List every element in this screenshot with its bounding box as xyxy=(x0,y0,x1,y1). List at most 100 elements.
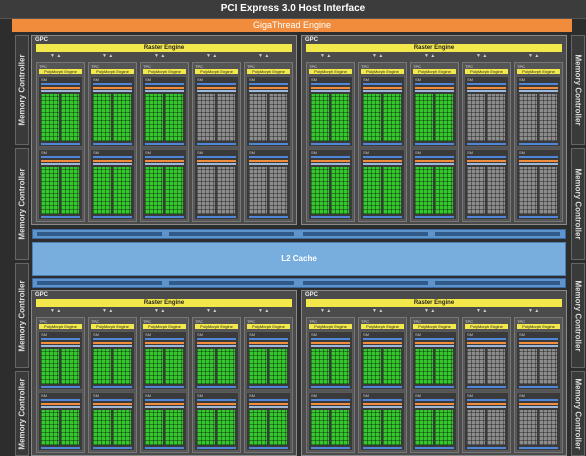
load-store-bar xyxy=(93,447,132,449)
memory-controller-left-3: Memory Controller xyxy=(15,263,29,368)
scheduler-bar xyxy=(519,406,558,408)
scheduler-bar xyxy=(197,406,236,408)
load-store-bar xyxy=(311,386,350,388)
sm-block: SM xyxy=(516,331,561,390)
polymorph-engine: PolyMorph Engine xyxy=(143,69,186,74)
scheduler-bar xyxy=(467,163,506,165)
sm-block: SM xyxy=(90,76,135,147)
polymorph-engine: PolyMorph Engine xyxy=(465,324,508,329)
tpc-block: TPC PolyMorph Engine SM SM xyxy=(88,62,137,222)
scheduler-bar xyxy=(41,83,80,85)
cuda-core-array xyxy=(249,167,267,214)
sm-block: SM xyxy=(412,76,457,147)
load-store-bar xyxy=(415,386,454,388)
tpc-arrow-icon: ▼ ▲ xyxy=(528,53,540,59)
cuda-core-array xyxy=(165,349,183,384)
cuda-core-array xyxy=(311,167,329,214)
scheduler-bar xyxy=(467,83,506,85)
register-file-bar xyxy=(249,342,288,344)
register-file-bar xyxy=(363,160,402,162)
register-file-bar xyxy=(415,342,454,344)
sm-block: SM xyxy=(246,149,291,220)
tpc-block: TPC PolyMorph Engine SM SM xyxy=(514,317,563,453)
tpc-block: TPC PolyMorph Engine SM SM xyxy=(36,62,85,222)
register-file-bar xyxy=(249,403,288,405)
cuda-core-array xyxy=(519,94,537,141)
scheduler-bar xyxy=(197,345,236,347)
tpc-arrow-icon: ▼ ▲ xyxy=(102,53,114,59)
scheduler-bar xyxy=(415,345,454,347)
sm-block: SM xyxy=(412,149,457,220)
register-file-bar xyxy=(363,403,402,405)
cuda-core-array xyxy=(41,410,59,445)
scheduler-bar xyxy=(249,90,288,92)
scheduler-bar xyxy=(519,83,558,85)
crossbar-segment xyxy=(303,281,428,285)
register-file-bar xyxy=(467,342,506,344)
sm-block: SM xyxy=(38,331,83,390)
register-file-bar xyxy=(519,342,558,344)
crossbar-segment xyxy=(303,232,428,236)
scheduler-bar xyxy=(197,338,236,340)
scheduler-bar xyxy=(415,163,454,165)
scheduler-bar xyxy=(197,163,236,165)
scheduler-bar xyxy=(311,90,350,92)
scheduler-bar xyxy=(249,83,288,85)
sm-label: SM xyxy=(363,77,369,82)
cuda-core-array xyxy=(487,410,505,445)
pcie-host-interface: PCI Express 3.0 Host Interface xyxy=(0,0,586,19)
cuda-core-array xyxy=(467,167,485,214)
sm-label: SM xyxy=(415,150,421,155)
cuda-core-array xyxy=(197,94,215,141)
crossbar-bottom xyxy=(32,278,566,288)
load-store-bar xyxy=(145,386,184,388)
gpc-label: GPC xyxy=(305,292,319,298)
sm-block: SM xyxy=(142,76,187,147)
tpc-arrow-icon: ▼ ▲ xyxy=(258,308,270,314)
tpc-block: TPC PolyMorph Engine SM SM xyxy=(140,62,189,222)
scheduler-bar xyxy=(467,399,506,401)
cuda-core-array xyxy=(165,167,183,214)
cuda-core-array xyxy=(311,349,329,384)
scheduler-bar xyxy=(197,156,236,158)
crossbar-segment xyxy=(37,232,162,236)
polymorph-engine: PolyMorph Engine xyxy=(413,69,456,74)
register-file-bar xyxy=(249,87,288,89)
polymorph-engine: PolyMorph Engine xyxy=(413,324,456,329)
cuda-core-array xyxy=(363,349,381,384)
cuda-core-array xyxy=(539,410,557,445)
cuda-core-array xyxy=(311,94,329,141)
load-store-bar xyxy=(363,216,402,218)
tpc-block: TPC PolyMorph Engine SM SM xyxy=(358,317,407,453)
cuda-core-array xyxy=(331,94,349,141)
sm-label: SM xyxy=(249,77,255,82)
scheduler-bar xyxy=(249,399,288,401)
polymorph-engine: PolyMorph Engine xyxy=(143,324,186,329)
register-file-bar xyxy=(93,87,132,89)
cuda-core-array xyxy=(539,349,557,384)
cuda-core-array xyxy=(415,410,433,445)
scheduler-bar xyxy=(145,345,184,347)
sm-label: SM xyxy=(93,332,99,337)
sm-label: SM xyxy=(415,393,421,398)
sm-block: SM xyxy=(38,76,83,147)
sm-label: SM xyxy=(467,150,473,155)
memory-controller-right-3: Memory Controller xyxy=(571,263,585,368)
sm-block: SM xyxy=(246,76,291,147)
cuda-core-array xyxy=(269,94,287,141)
scheduler-bar xyxy=(311,83,350,85)
scheduler-bar xyxy=(519,163,558,165)
scheduler-bar xyxy=(363,345,402,347)
tpc-arrow-icon: ▼ ▲ xyxy=(424,53,436,59)
sm-block: SM xyxy=(464,76,509,147)
tpc-arrow-icon: ▼ ▲ xyxy=(206,53,218,59)
sm-block: SM xyxy=(194,76,239,147)
scheduler-bar xyxy=(415,90,454,92)
register-file-bar xyxy=(145,87,184,89)
sm-block: SM xyxy=(412,392,457,451)
tpc-arrow-icon: ▼ ▲ xyxy=(528,308,540,314)
cuda-core-array xyxy=(415,167,433,214)
cuda-core-array xyxy=(519,410,537,445)
sm-block: SM xyxy=(308,392,353,451)
sm-block: SM xyxy=(360,149,405,220)
